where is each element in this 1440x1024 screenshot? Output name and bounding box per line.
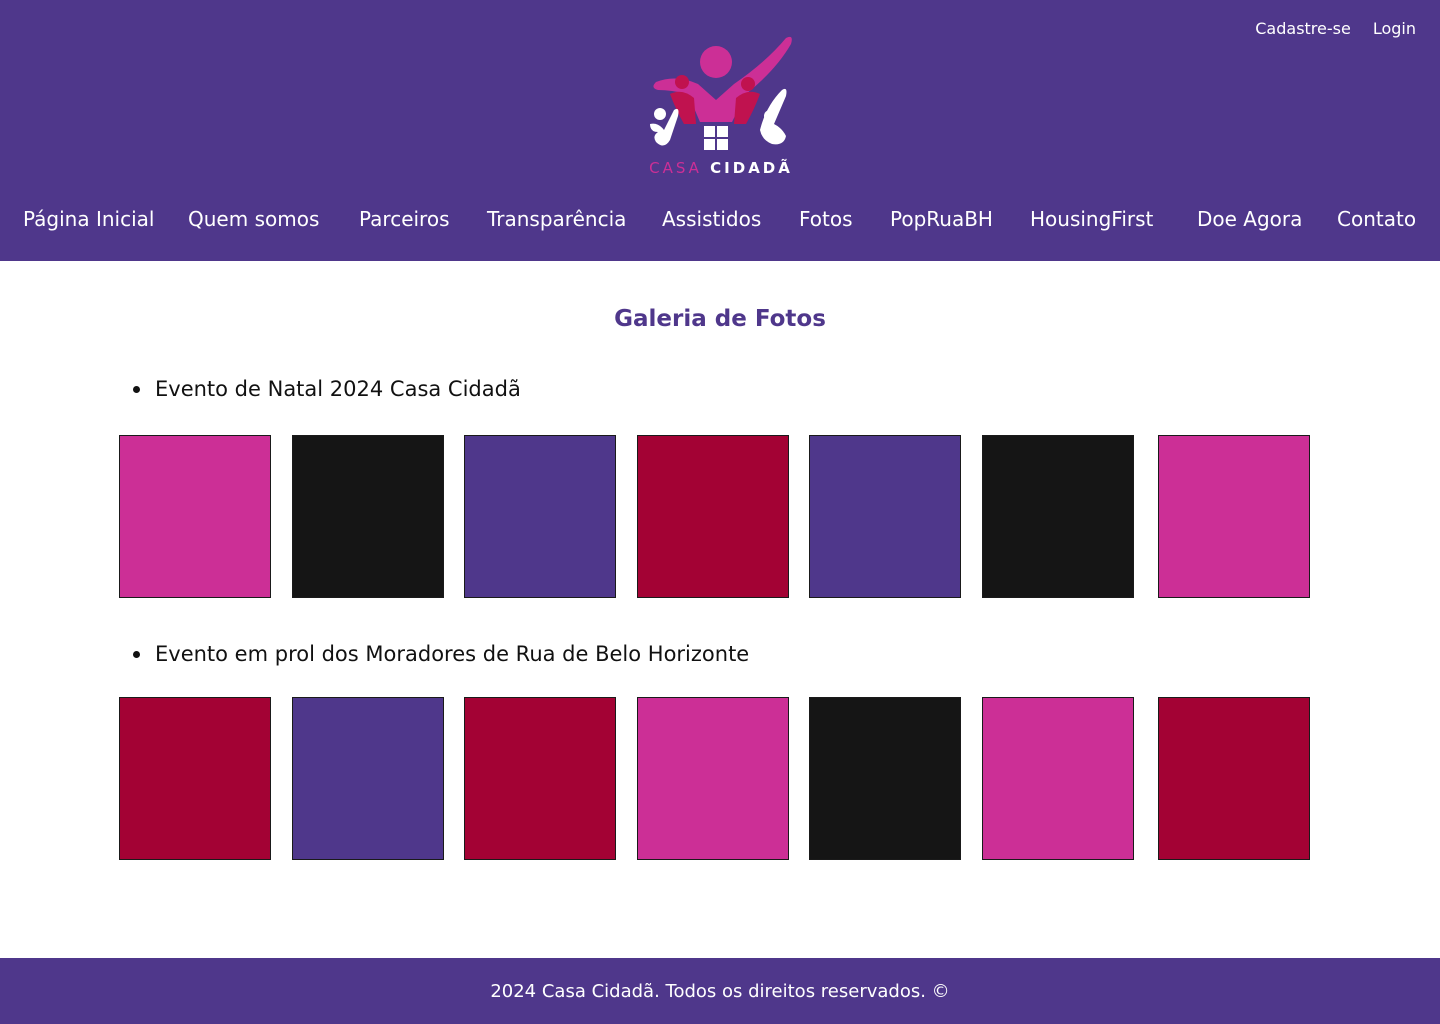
logo-word-cidada: CIDADÃ xyxy=(710,159,793,177)
event-label: Evento em prol dos Moradores de Rua de B… xyxy=(155,642,750,666)
gallery-photo[interactable] xyxy=(637,697,789,860)
event-heading-moradores: Evento em prol dos Moradores de Rua de B… xyxy=(133,642,749,666)
signup-link[interactable]: Cadastre-se xyxy=(1255,19,1351,38)
gallery-photo[interactable] xyxy=(292,435,444,598)
site-logo[interactable]: CASA CIDADÃ xyxy=(636,32,806,182)
copyright-text: 2024 Casa Cidadã. Todos os direitos rese… xyxy=(490,980,950,1002)
event-label: Evento de Natal 2024 Casa Cidadã xyxy=(155,377,521,401)
gallery-photo[interactable] xyxy=(1158,697,1310,860)
gallery-photo[interactable] xyxy=(292,697,444,860)
nav-item-fotos[interactable]: Fotos xyxy=(799,207,853,231)
gallery-photo[interactable] xyxy=(464,435,616,598)
gallery-photo[interactable] xyxy=(119,697,271,860)
gallery-photo[interactable] xyxy=(982,435,1134,598)
logo-wordmark: CASA CIDADÃ xyxy=(636,159,806,177)
nav-item-parceiros[interactable]: Parceiros xyxy=(359,207,450,231)
nav-item-doe-agora[interactable]: Doe Agora xyxy=(1197,207,1302,231)
site-footer: 2024 Casa Cidadã. Todos os direitos rese… xyxy=(0,958,1440,1024)
gallery-photo[interactable] xyxy=(982,697,1134,860)
login-link[interactable]: Login xyxy=(1373,19,1416,38)
nav-item-assistidos[interactable]: Assistidos xyxy=(662,207,761,231)
nav-item-contato[interactable]: Contato xyxy=(1337,207,1416,231)
gallery-photo[interactable] xyxy=(809,435,961,598)
site-header: Cadastre-se Login CASA CIDADÃ Página Ini… xyxy=(0,0,1440,261)
nav-item-transparencia[interactable]: Transparência xyxy=(487,207,626,231)
gallery-photo[interactable] xyxy=(809,697,961,860)
event-heading-natal: Evento de Natal 2024 Casa Cidadã xyxy=(133,377,521,401)
main-nav: Página Inicial Quem somos Parceiros Tran… xyxy=(0,207,1440,237)
bullet-icon xyxy=(133,650,140,658)
photo-gallery-moradores xyxy=(119,697,1310,860)
auth-links: Cadastre-se Login xyxy=(1255,19,1416,38)
gallery-photo[interactable] xyxy=(1158,435,1310,598)
nav-item-quem-somos[interactable]: Quem somos xyxy=(188,207,319,231)
logo-emblem-icon xyxy=(650,36,792,150)
nav-item-housingfirst[interactable]: HousingFirst xyxy=(1030,207,1153,231)
gallery-photo[interactable] xyxy=(637,435,789,598)
nav-item-popruabh[interactable]: PopRuaBH xyxy=(890,207,993,231)
gallery-photo[interactable] xyxy=(119,435,271,598)
page-title: Galeria de Fotos xyxy=(614,306,826,332)
bullet-icon xyxy=(133,385,140,393)
logo-word-casa: CASA xyxy=(649,159,702,177)
gallery-photo[interactable] xyxy=(464,697,616,860)
nav-item-pagina-inicial[interactable]: Página Inicial xyxy=(23,207,154,231)
photo-gallery-natal xyxy=(119,435,1310,598)
